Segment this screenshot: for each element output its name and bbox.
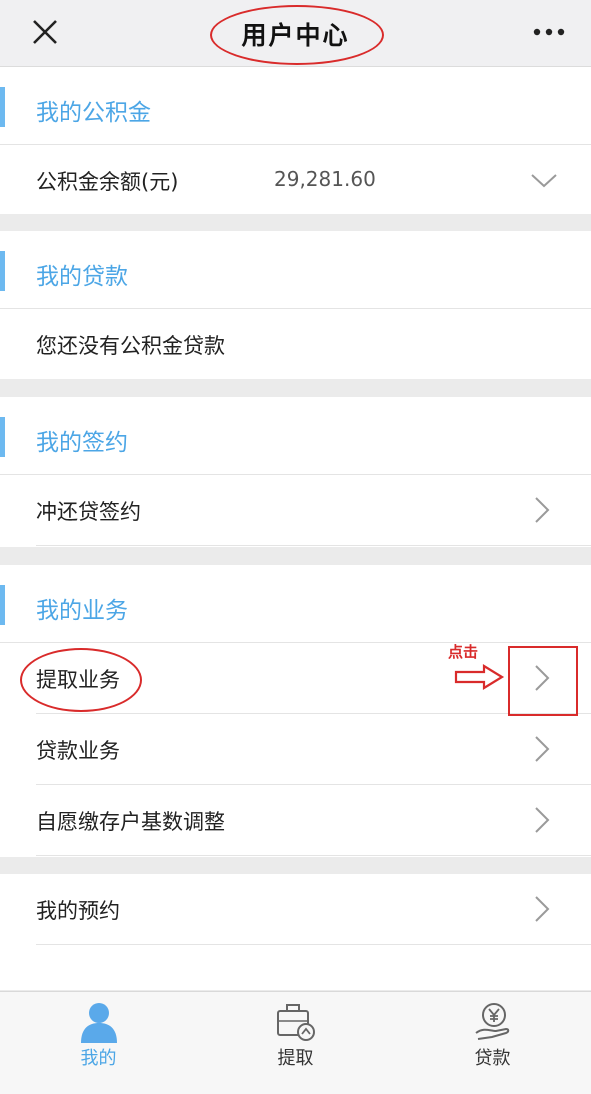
tab-label: 贷款 — [474, 1048, 511, 1069]
list-item-base-adjust[interactable]: 自愿缴存户基数调整 — [36, 785, 591, 856]
page-title: 用户中心 — [241, 21, 350, 50]
section-sign: 我的签约 冲还贷签约 — [0, 397, 591, 547]
loan-empty-row: 您还没有公积金贷款 — [36, 309, 591, 379]
tab-bar: 我的 提取 贷款 — [0, 991, 591, 1094]
tab-withdraw[interactable]: 提取 — [197, 992, 394, 1092]
chevron-down-icon[interactable] — [529, 165, 559, 195]
balance-label: 公积金余额(元) — [36, 170, 179, 194]
click-annotation: 点击 — [448, 643, 479, 661]
section-marker — [0, 87, 5, 127]
tab-mine[interactable]: 我的 — [0, 992, 197, 1092]
list-item-label: 冲还贷签约 — [36, 500, 141, 524]
chevron-right-icon[interactable] — [527, 495, 557, 525]
loan-empty-text: 您还没有公积金贷款 — [36, 334, 225, 358]
tab-label: 我的 — [80, 1048, 117, 1069]
section-header-business: 我的业务 — [0, 565, 591, 643]
list-item-label: 提取业务 — [36, 668, 120, 692]
tab-label: 提取 — [277, 1048, 314, 1069]
section-marker — [0, 585, 5, 625]
user-icon — [81, 1003, 117, 1043]
section-title: 我的签约 — [36, 430, 128, 456]
more-icon — [533, 28, 565, 36]
section-loan: 我的贷款 您还没有公积金贷款 — [0, 231, 591, 379]
section-header-loan: 我的贷款 — [0, 231, 591, 309]
section-header-fund: 我的公积金 — [0, 67, 591, 145]
list-item-sign[interactable]: 冲还贷签约 — [36, 475, 591, 546]
list-item-label: 自愿缴存户基数调整 — [36, 810, 225, 834]
click-target-highlight-box — [508, 646, 578, 716]
loan-icon — [475, 1003, 510, 1040]
list-item-reserve[interactable]: 我的预约 — [36, 874, 591, 945]
section-reserve: 我的预约 — [0, 874, 591, 990]
chevron-right-icon[interactable] — [527, 734, 557, 764]
list-item-label: 我的预约 — [36, 899, 120, 923]
section-title: 我的公积金 — [36, 100, 151, 126]
section-header-sign: 我的签约 — [0, 397, 591, 475]
section-title: 我的业务 — [36, 598, 128, 624]
arrow-right-icon — [454, 664, 505, 690]
nav-bar: 用户中心 — [0, 0, 591, 67]
section-marker — [0, 251, 5, 291]
section-marker — [0, 417, 5, 457]
fund-balance-row[interactable]: 公积金余额(元) 29,281.60 — [36, 145, 591, 215]
tab-loan[interactable]: 贷款 — [394, 992, 591, 1092]
section-title: 我的贷款 — [36, 264, 128, 290]
section-business: 我的业务 提取业务 贷款业务 自愿缴存户基数调整 — [0, 565, 591, 857]
chevron-right-icon[interactable] — [527, 805, 557, 835]
more-button[interactable] — [529, 18, 569, 46]
balance-value: 29,281.60 — [274, 167, 376, 191]
section-fund: 我的公积金 公积金余额(元) 29,281.60 — [0, 67, 591, 214]
chevron-right-icon[interactable] — [527, 894, 557, 924]
list-item-loan-business[interactable]: 贷款业务 — [36, 714, 591, 785]
list-item-label: 贷款业务 — [36, 739, 120, 763]
withdraw-icon — [277, 1004, 315, 1041]
